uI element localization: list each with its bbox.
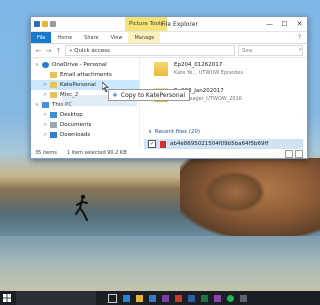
details-view-icon[interactable] (285, 150, 293, 158)
wallpaper-sea (0, 236, 320, 266)
help-icon[interactable]: ? (298, 34, 301, 41)
excel-icon[interactable] (201, 294, 208, 302)
quick-access-toolbar (31, 21, 56, 27)
address-input[interactable]: « Quick access (65, 45, 235, 56)
edge-icon[interactable] (123, 294, 130, 302)
folder-path: Kate Ye... UTWOW Episodes (174, 70, 244, 76)
search-input[interactable]: Sea ⌕ (238, 45, 303, 56)
file-list-pane: Ep204_01262017 Kate Ye... UTWOW Episodes… (140, 57, 307, 149)
nav-item-desktop[interactable]: > Desktop (31, 110, 139, 120)
view-toggle (285, 150, 303, 158)
title-bar: Picture Tools File Explorer — ☐ ✕ (31, 17, 307, 32)
up-arrow-icon[interactable]: ↑ (55, 47, 62, 55)
expand-chevron-icon[interactable]: > (43, 112, 50, 118)
tab-share[interactable]: Share (78, 32, 104, 43)
nav-item-label: Email attachments (60, 72, 112, 78)
folder-icon (154, 62, 168, 76)
downloads-icon (50, 132, 57, 138)
windows-logo-icon (3, 294, 11, 302)
nav-item-label: Documents (60, 122, 92, 128)
tab-file[interactable]: File (31, 32, 52, 43)
powerpoint-icon[interactable] (175, 294, 182, 302)
recent-file-name: ab4e8695021504f09b5ba64f5b69ff (170, 141, 269, 147)
back-arrow-icon[interactable]: ← (35, 47, 42, 55)
task-view-icon[interactable] (108, 293, 117, 303)
documents-icon (50, 122, 57, 128)
expand-chevron-icon[interactable]: > (43, 122, 50, 128)
word-icon[interactable] (188, 294, 195, 302)
window-controls: — ☐ ✕ (262, 17, 307, 31)
search-placeholder: Sea (242, 47, 253, 54)
computer-icon (42, 102, 49, 108)
taskbar-search-box[interactable] (16, 291, 96, 305)
tab-manage[interactable]: Manage (128, 32, 161, 43)
tab-home[interactable]: Home (51, 32, 78, 43)
app-icon (34, 21, 40, 27)
expand-chevron-icon[interactable]: > (43, 132, 50, 138)
nav-item-label: OneDrive - Personal (52, 62, 107, 68)
onenote-icon[interactable] (162, 294, 169, 302)
nav-item-documents[interactable]: > Documents (31, 120, 139, 130)
collapse-chevron-icon[interactable]: ∨ (35, 102, 42, 108)
close-button[interactable]: ✕ (292, 17, 307, 31)
folder-icon (50, 72, 57, 78)
large-icons-view-icon[interactable] (295, 150, 303, 158)
row-checkbox[interactable]: ✓ (148, 140, 156, 148)
spotify-icon[interactable] (227, 294, 234, 302)
settings-icon[interactable] (240, 294, 247, 302)
desktop-icon (50, 112, 57, 118)
item-count: 35 items (35, 150, 57, 156)
recent-files-header[interactable]: ∨ Recent files (20) (148, 129, 200, 135)
search-icon: ⌕ (298, 47, 302, 53)
status-bar: 35 items 1 item selected 90.2 KB (31, 148, 307, 158)
nav-item-downloads[interactable]: > Downloads (31, 130, 139, 140)
selection-info: 1 item selected 90.2 KB (66, 150, 127, 156)
taskbar-apps (108, 293, 247, 303)
onedrive-cloud-icon (42, 62, 49, 68)
taskbar (0, 291, 320, 305)
file-explorer-icon[interactable] (136, 294, 143, 302)
qat-dropdown-icon[interactable] (50, 21, 56, 27)
minimize-button[interactable]: — (262, 17, 277, 31)
start-button[interactable] (0, 291, 14, 305)
wallpaper-rock (205, 172, 265, 212)
folder-icon (50, 92, 57, 98)
folder-icon[interactable] (42, 21, 48, 27)
nav-item-label: Downloads (60, 132, 91, 138)
folder-name: Ep204_01262017 (174, 62, 223, 68)
nav-item-onedrive[interactable]: ∨ OneDrive - Personal (31, 60, 139, 70)
pinned-folder-ep204[interactable]: Ep204_01262017 Kate Ye... UTWOW Episodes (154, 62, 243, 76)
forward-arrow-icon[interactable]: → (45, 47, 52, 55)
file-explorer-window: Picture Tools File Explorer — ☐ ✕ File H… (30, 16, 308, 159)
drag-copy-tooltip: + Copy to KatePersonal (108, 89, 190, 101)
expand-chevron-icon[interactable]: > (43, 92, 50, 98)
maximize-button[interactable]: ☐ (277, 17, 292, 31)
ribbon-tabs: File Home Share View Manage ? (31, 32, 307, 44)
store-icon[interactable] (149, 294, 156, 302)
collapse-chevron-icon: ∨ (148, 129, 153, 135)
address-bar: ← → ↑ « Quick access Sea ⌕ (31, 44, 307, 58)
pdf-file-icon (160, 140, 166, 148)
app-icon[interactable] (214, 294, 221, 302)
nav-item-label: Desktop (60, 112, 83, 118)
recent-files-label: Recent files (20) (155, 129, 201, 135)
copy-plus-icon: + (112, 91, 118, 99)
nav-item-label: KatePersonal (60, 82, 96, 88)
nav-item-email-attachments[interactable]: Email attachments (31, 70, 139, 80)
window-title: File Explorer (161, 21, 198, 28)
folder-icon (50, 82, 57, 88)
expand-chevron-icon[interactable]: > (43, 82, 50, 88)
drag-tooltip-label: Copy to KatePersonal (120, 91, 185, 99)
collapse-chevron-icon[interactable]: ∨ (35, 62, 42, 68)
tab-view[interactable]: View (105, 32, 129, 43)
wallpaper-runner (75, 194, 88, 221)
